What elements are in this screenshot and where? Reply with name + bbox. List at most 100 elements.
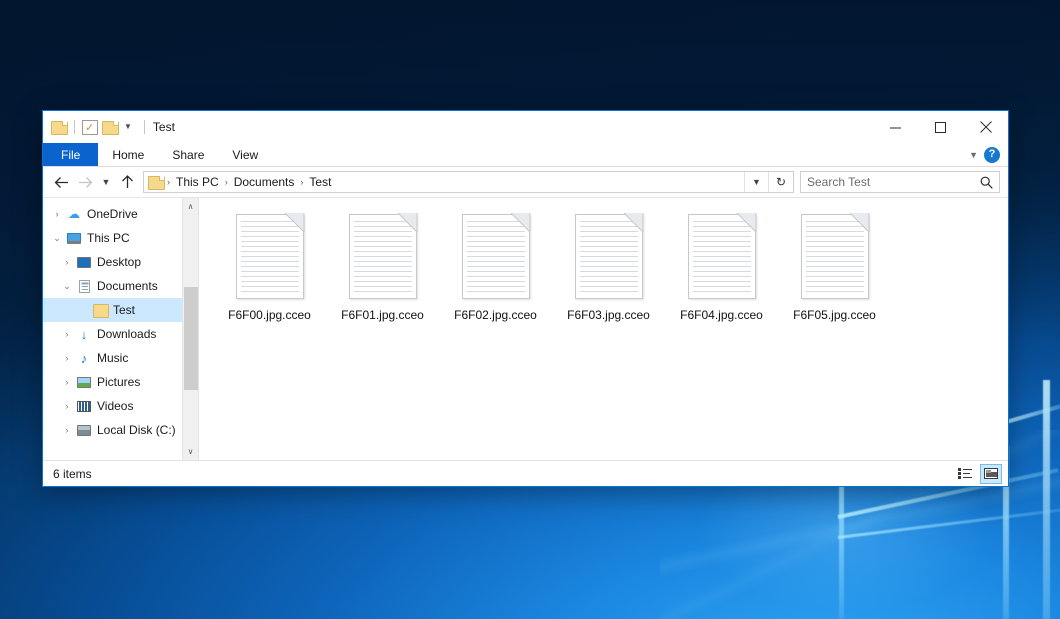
sidebar-item-label: Local Disk (C:) <box>97 423 176 437</box>
documents-icon <box>75 280 93 293</box>
pictures-icon <box>75 377 93 388</box>
disk-icon <box>75 425 93 436</box>
properties-icon[interactable]: ✓ <box>82 120 98 135</box>
forward-button[interactable] <box>73 170 97 194</box>
sidebar-item-pictures[interactable]: › Pictures <box>43 370 198 394</box>
list-item[interactable]: F6F05.jpg.cceo <box>778 212 891 322</box>
sidebar-item-label: Downloads <box>97 327 156 341</box>
sidebar-item-label: Videos <box>97 399 133 413</box>
folder-icon[interactable] <box>51 120 67 134</box>
minimize-button[interactable] <box>873 111 918 143</box>
details-view-button[interactable] <box>954 464 976 484</box>
quick-access-toolbar: ✓ ▼ <box>43 120 145 135</box>
sidebar-item-documents[interactable]: ⌄ Documents <box>43 274 198 298</box>
large-icons-view-icon <box>984 468 998 479</box>
breadcrumb-folder-icon <box>148 175 164 189</box>
pc-icon <box>65 233 83 244</box>
title-bar: ✓ ▼ Test <box>43 111 1008 143</box>
explorer-body: › ☁ OneDrive ⌄ This PC › Desktop ⌄ <box>43 197 1008 460</box>
breadcrumb-item-test[interactable]: Test <box>304 175 336 189</box>
up-button[interactable] <box>115 170 139 194</box>
twisty-icon[interactable]: › <box>59 425 75 435</box>
search-icon[interactable] <box>980 176 993 189</box>
file-list-area[interactable]: F6F00.jpg.cceo F6F01.jpg.cceo <box>199 198 1008 460</box>
generic-file-icon <box>801 214 869 299</box>
scroll-down-icon[interactable]: ∨ <box>183 443 199 460</box>
generic-file-icon <box>236 214 304 299</box>
twisty-icon[interactable]: › <box>59 401 75 411</box>
address-bar: ▼ › This PC › Documents › Test ▼ ↻ <box>43 167 1008 197</box>
sidebar-item-test[interactable]: Test <box>43 298 198 322</box>
desktop: ✓ ▼ Test File Home Share <box>0 0 1060 619</box>
search-input[interactable] <box>807 175 980 189</box>
list-item[interactable]: F6F01.jpg.cceo <box>326 212 439 322</box>
expand-ribbon-chevron-icon[interactable]: ▼ <box>969 150 978 160</box>
sidebar-item-label: This PC <box>87 231 130 245</box>
recent-locations-chevron-icon[interactable]: ▼ <box>97 170 115 194</box>
status-bar: 6 items <box>43 460 1008 486</box>
tab-home[interactable]: Home <box>98 143 158 166</box>
large-icons-view-button[interactable] <box>980 464 1002 484</box>
sidebar-item-onedrive[interactable]: › ☁ OneDrive <box>43 202 198 226</box>
generic-file-icon <box>349 214 417 299</box>
maximize-button[interactable] <box>918 111 963 143</box>
previous-locations-chevron-icon[interactable]: ▼ <box>744 172 768 192</box>
item-count: 6 items <box>53 467 92 481</box>
desktop-icon <box>75 257 93 268</box>
sidebar-item-this-pc[interactable]: ⌄ This PC <box>43 226 198 250</box>
scrollbar-track[interactable] <box>183 215 199 443</box>
close-button[interactable] <box>963 111 1008 143</box>
twisty-icon[interactable]: › <box>49 209 65 219</box>
scrollbar-thumb[interactable] <box>184 287 198 390</box>
breadcrumb-item-this-pc[interactable]: This PC <box>171 175 224 189</box>
view-toggle-group <box>954 464 1002 484</box>
tab-view[interactable]: View <box>218 143 272 166</box>
onedrive-icon: ☁ <box>65 208 83 220</box>
back-button[interactable] <box>49 170 73 194</box>
scroll-up-icon[interactable]: ∧ <box>183 198 199 215</box>
twisty-icon[interactable]: ⌄ <box>59 281 75 292</box>
sidebar-item-music[interactable]: › ♪ Music <box>43 346 198 370</box>
sidebar-item-downloads[interactable]: › ↓ Downloads <box>43 322 198 346</box>
refresh-icon[interactable]: ↻ <box>768 172 793 192</box>
navigation-pane: › ☁ OneDrive ⌄ This PC › Desktop ⌄ <box>43 198 199 460</box>
ribbon-tab-bar: File Home Share View ▼ ? <box>43 143 1008 167</box>
toolbar-divider <box>74 120 75 134</box>
twisty-icon[interactable]: › <box>59 329 75 339</box>
tab-share[interactable]: Share <box>158 143 218 166</box>
file-name: F6F02.jpg.cceo <box>454 308 537 322</box>
list-item[interactable]: F6F00.jpg.cceo <box>213 212 326 322</box>
sidebar-item-desktop[interactable]: › Desktop <box>43 250 198 274</box>
customize-chevron-icon[interactable]: ▼ <box>122 123 134 131</box>
breadcrumb-item-documents[interactable]: Documents <box>229 175 300 189</box>
file-name: F6F05.jpg.cceo <box>793 308 876 322</box>
file-name: F6F04.jpg.cceo <box>680 308 763 322</box>
downloads-icon: ↓ <box>75 328 93 341</box>
navigation-scrollbar[interactable]: ∧ ∨ <box>182 198 198 460</box>
ribbon-right-controls: ▼ ? <box>969 143 1008 166</box>
twisty-icon[interactable]: › <box>59 377 75 387</box>
tab-file[interactable]: File <box>43 143 98 166</box>
music-icon: ♪ <box>75 352 93 365</box>
title-divider <box>144 120 145 134</box>
twisty-icon[interactable]: › <box>59 257 75 267</box>
twisty-icon[interactable]: › <box>59 353 75 363</box>
list-item[interactable]: F6F03.jpg.cceo <box>552 212 665 322</box>
sidebar-item-videos[interactable]: › Videos <box>43 394 198 418</box>
new-folder-icon[interactable] <box>102 120 118 134</box>
search-box[interactable] <box>800 171 1000 193</box>
videos-icon <box>75 401 93 412</box>
window-controls <box>873 111 1008 143</box>
breadcrumb[interactable]: › This PC › Documents › Test ▼ ↻ <box>143 171 794 193</box>
file-name: F6F01.jpg.cceo <box>341 308 424 322</box>
help-icon[interactable]: ? <box>984 147 1000 163</box>
twisty-icon[interactable]: ⌄ <box>49 233 65 244</box>
window-title: Test <box>153 120 175 134</box>
sidebar-item-label: Desktop <box>97 255 141 269</box>
generic-file-icon <box>688 214 756 299</box>
list-item[interactable]: F6F04.jpg.cceo <box>665 212 778 322</box>
list-item[interactable]: F6F02.jpg.cceo <box>439 212 552 322</box>
file-name: F6F03.jpg.cceo <box>567 308 650 322</box>
sidebar-item-local-disk[interactable]: › Local Disk (C:) <box>43 418 198 442</box>
generic-file-icon <box>575 214 643 299</box>
